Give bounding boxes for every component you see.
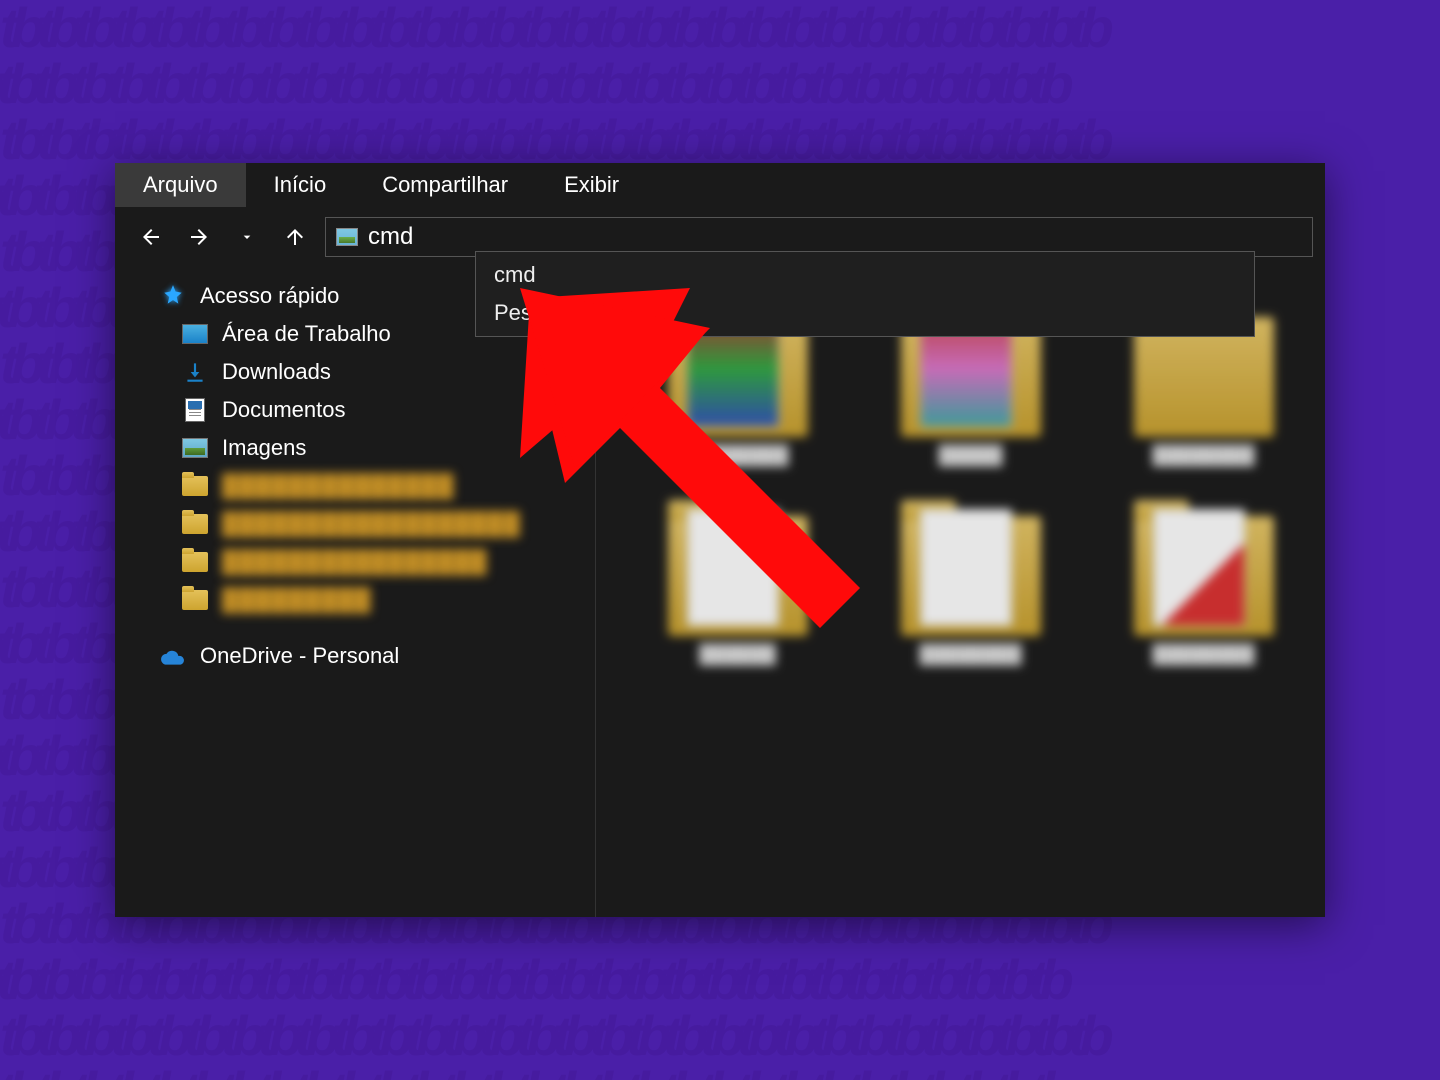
folder-icon bbox=[182, 590, 208, 610]
folder-icon bbox=[182, 476, 208, 496]
menu-bar: Arquivo Início Compartilhar Exibir bbox=[115, 163, 1325, 207]
sidebar-item-label: Downloads bbox=[222, 359, 543, 385]
sidebar-item-folder[interactable]: █████████ bbox=[160, 581, 575, 619]
pin-icon bbox=[557, 397, 575, 423]
address-suggestion-item[interactable]: Pesquisar "cmd" bbox=[476, 294, 1254, 332]
nav-history-dropdown[interactable] bbox=[229, 219, 265, 255]
sidebar-item-label: OneDrive - Personal bbox=[200, 643, 575, 669]
sidebar-item-label-blurred: ██████████████ bbox=[222, 473, 575, 499]
folder-thumbnail-icon bbox=[1134, 516, 1274, 636]
sidebar-item-label-blurred: ████████████████ bbox=[222, 549, 575, 575]
folder-thumbnail-icon bbox=[668, 516, 808, 636]
file-item-label-blurred: ████████ bbox=[919, 644, 1021, 665]
onedrive-cloud-icon bbox=[160, 645, 186, 667]
file-item-label-blurred: █████ bbox=[939, 445, 1003, 466]
arrow-up-icon bbox=[283, 225, 307, 249]
navigation-sidebar: Acesso rápido Área de Trabalho Downloads bbox=[115, 267, 595, 917]
download-arrow-icon bbox=[182, 361, 208, 383]
menu-item-arquivo[interactable]: Arquivo bbox=[115, 163, 246, 207]
file-content-area: ████████ █████ ████████ ██████ ████████ … bbox=[596, 267, 1325, 917]
sidebar-item-label: Documentos bbox=[222, 397, 543, 423]
sidebar-item-folder[interactable]: ██████████████ bbox=[160, 467, 575, 505]
desktop-icon bbox=[182, 324, 208, 344]
file-item[interactable]: ██████ bbox=[636, 496, 839, 665]
sidebar-item-documents[interactable]: Documentos bbox=[160, 391, 575, 429]
nav-back-button[interactable] bbox=[133, 219, 169, 255]
document-icon bbox=[185, 398, 205, 422]
file-item[interactable]: ████████ bbox=[869, 496, 1072, 665]
file-item-label-blurred: ████████ bbox=[686, 445, 788, 466]
folder-icon bbox=[182, 552, 208, 572]
pictures-icon bbox=[182, 438, 208, 458]
arrow-right-icon bbox=[187, 225, 211, 249]
arrow-left-icon bbox=[139, 225, 163, 249]
pin-icon bbox=[557, 435, 575, 461]
pin-icon bbox=[557, 359, 575, 385]
file-item-label-blurred: ██████ bbox=[699, 644, 776, 665]
address-suggestions-dropdown: cmd Pesquisar "cmd" bbox=[475, 251, 1255, 337]
nav-up-button[interactable] bbox=[277, 219, 313, 255]
sidebar-item-folder[interactable]: ██████████████████ bbox=[160, 505, 575, 543]
folder-icon bbox=[182, 514, 208, 534]
file-item-label-blurred: ████████ bbox=[1152, 644, 1254, 665]
sidebar-item-label-blurred: █████████ bbox=[222, 587, 575, 613]
menu-item-exibir[interactable]: Exibir bbox=[536, 163, 647, 207]
file-item-label-blurred: ████████ bbox=[1152, 445, 1254, 466]
sidebar-item-images[interactable]: Imagens bbox=[160, 429, 575, 467]
sidebar-item-label: Imagens bbox=[222, 435, 543, 461]
file-item[interactable]: ████████ bbox=[1102, 496, 1305, 665]
address-suggestion-item[interactable]: cmd bbox=[476, 256, 1254, 294]
nav-forward-button[interactable] bbox=[181, 219, 217, 255]
chevron-down-icon bbox=[239, 229, 255, 245]
pictures-folder-icon bbox=[336, 228, 358, 246]
sidebar-item-downloads[interactable]: Downloads bbox=[160, 353, 575, 391]
sidebar-item-folder[interactable]: ████████████████ bbox=[160, 543, 575, 581]
sidebar-item-label-blurred: ██████████████████ bbox=[222, 511, 575, 537]
folder-thumbnail-icon bbox=[901, 516, 1041, 636]
quick-access-star-icon bbox=[160, 285, 186, 307]
file-explorer-window: Arquivo Início Compartilhar Exibir cmd P… bbox=[115, 163, 1325, 917]
address-input[interactable] bbox=[368, 223, 1302, 251]
menu-item-compartilhar[interactable]: Compartilhar bbox=[354, 163, 536, 207]
sidebar-item-onedrive[interactable]: OneDrive - Personal bbox=[160, 637, 575, 675]
menu-item-inicio[interactable]: Início bbox=[246, 163, 355, 207]
